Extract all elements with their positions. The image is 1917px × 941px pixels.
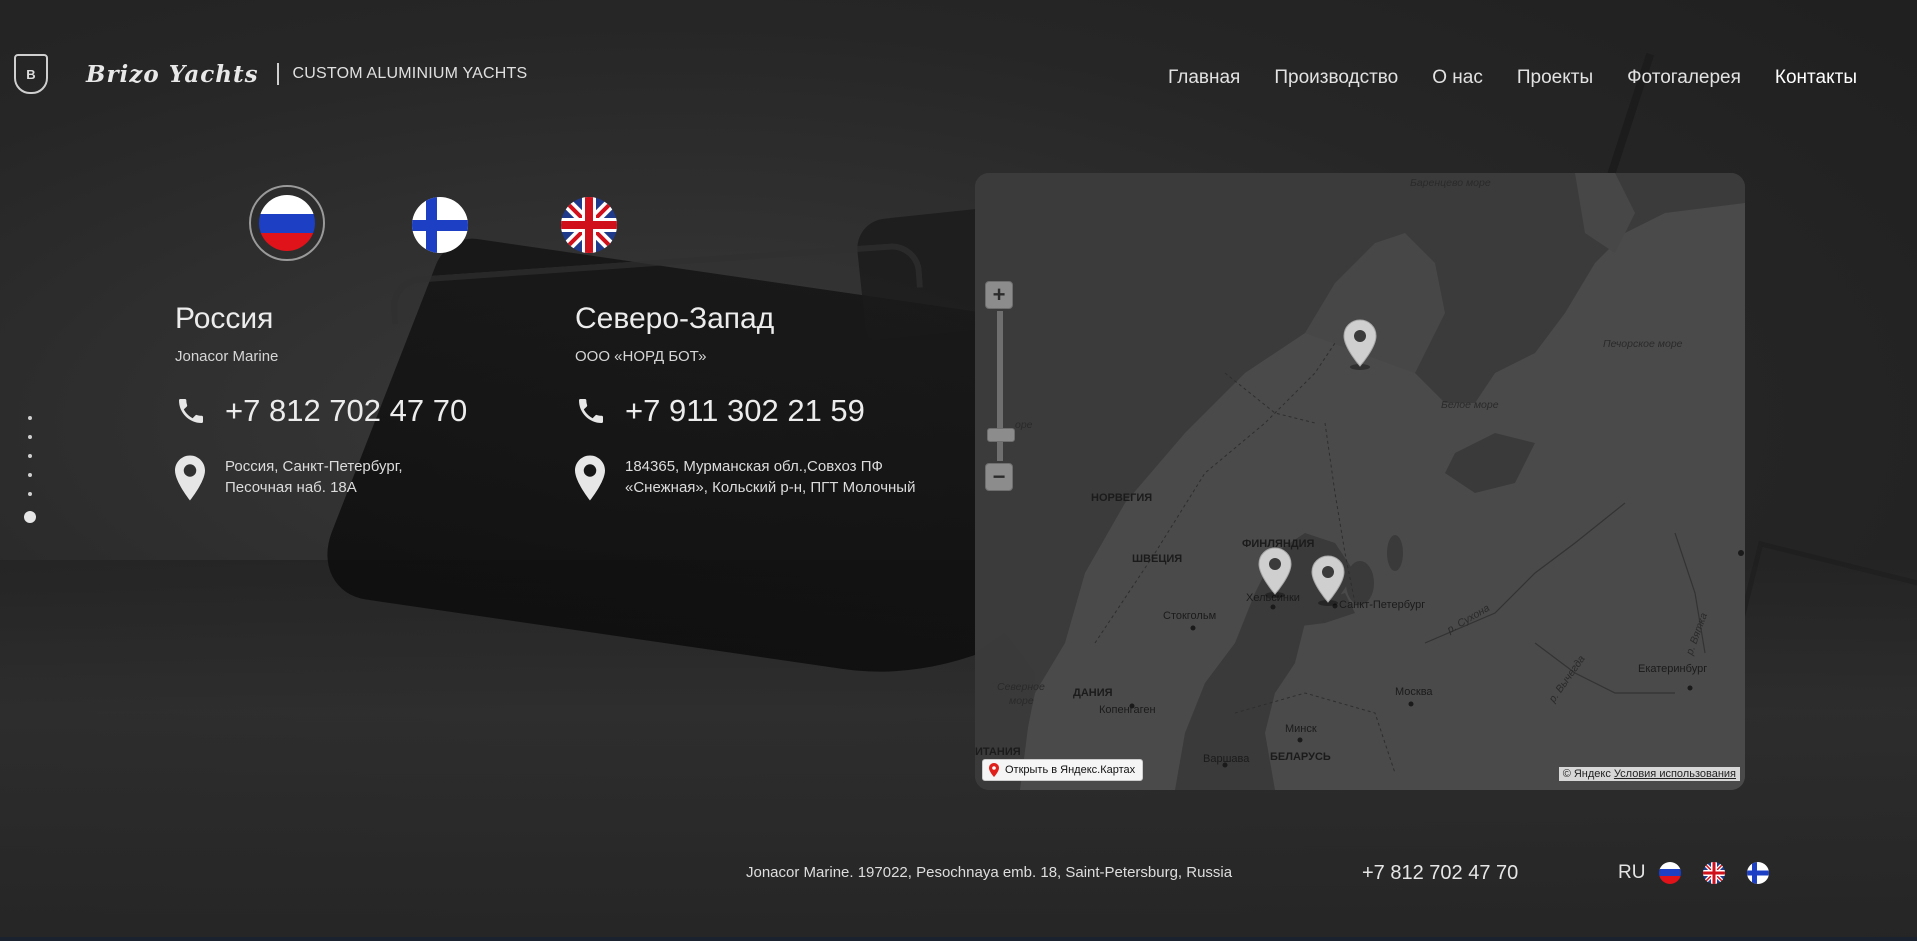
address: 184365, Мурманская обл.,Совхоз ПФ «Снежн… [625,458,916,496]
location-pin-icon [175,455,205,501]
contact-northwest: Северо-Запад ООО «НОРД БОТ» +7 911 302 2… [575,302,915,501]
region-title: Северо-Запад [575,302,775,335]
open-in-yandex-maps-link[interactable]: Открыть в Яндекс.Картах [982,759,1144,781]
map-label: Москва [1395,686,1433,698]
phone-icon [179,399,203,423]
company-name: Jonacor Marine [175,348,279,365]
brand-name: Brizo Yachts [86,60,259,88]
map-label: море [1009,695,1034,707]
map-label: Баренцево море [1410,177,1491,189]
brand-divider [276,63,279,85]
map-marker-icon[interactable] [1341,318,1379,370]
map-label: ШВЕЦИЯ [1132,553,1183,565]
map-label: БЕЛАРУСЬ [1270,751,1331,763]
nav-about[interactable]: О нас [1432,67,1483,89]
map-label: Северное [997,681,1045,693]
section-dot[interactable] [28,492,32,496]
map-label: Варшава [1203,753,1250,765]
map-label: ДАНИЯ [1073,687,1113,699]
uk-flag-icon[interactable] [561,197,617,253]
zoom-slider-handle[interactable] [987,428,1015,442]
yandex-map[interactable]: Баренцево море Печорское море Белое море… [975,173,1745,790]
nav-projects[interactable]: Проекты [1517,67,1593,89]
phone-icon [579,399,603,423]
bottom-edge [0,937,1917,941]
nav-contacts[interactable]: Контакты [1775,67,1857,89]
company-name: ООО «НОРД БОТ» [575,348,707,365]
section-dot[interactable] [28,473,32,477]
logo[interactable]: B Brizo Yachts CUSTOM ALUMINIUM YACHTS [14,54,527,94]
russia-flag-small-icon[interactable] [1659,862,1682,884]
map-label: НОРВЕГИЯ [1091,492,1153,504]
map-label: Печорское море [1603,338,1683,350]
current-language[interactable]: RU [1618,862,1645,884]
nav-gallery[interactable]: Фотогалерея [1627,67,1741,89]
map-copyright: © Яндекс Условия использования [1558,767,1740,781]
footer-phone[interactable]: +7 812 702 47 70 [1362,862,1518,885]
terms-link[interactable]: Условия использования [1614,768,1736,780]
section-dot[interactable] [28,435,32,439]
russia-flag-icon[interactable] [259,195,315,251]
finland-flag-small-icon[interactable] [1747,862,1770,884]
section-dot[interactable] [28,454,32,458]
zoom-out-button[interactable]: − [985,463,1013,491]
map-label: ИТАНИЯ [975,746,1021,758]
map-label: Стокгольм [1163,610,1217,622]
map-label: Минск [1285,723,1317,735]
map-label: оре [1015,419,1033,431]
map-label: Екатеринбург [1638,663,1708,675]
nav-home[interactable]: Главная [1168,67,1240,89]
section-dot[interactable] [28,416,32,420]
red-pin-icon [989,763,999,777]
map-label: Белое море [1441,399,1499,411]
map-marker-icon[interactable] [1256,546,1294,598]
brand-tagline: CUSTOM ALUMINIUM YACHTS [292,65,528,82]
footer-address: Jonacor Marine. 197022, Pesochnaya emb. … [746,864,1233,881]
map-marker-icon[interactable] [1309,554,1347,606]
logo-badge-icon: B [14,54,48,94]
main-nav: Главная Производство О нас Проекты Фотог… [1168,67,1857,89]
open-link-label: Открыть в Яндекс.Картах [1005,764,1136,776]
finland-flag-icon[interactable] [412,197,468,253]
phone-number[interactable]: +7 812 702 47 70 [225,393,467,429]
region-title: Россия [175,302,274,335]
address: Россия, Санкт-Петербург, Песочная наб. 1… [225,458,403,496]
map-label: Санкт-Петербург [1339,599,1426,611]
nav-production[interactable]: Производство [1274,67,1398,89]
contact-russia: Россия Jonacor Marine +7 812 702 47 70 Р… [175,302,467,501]
language-switcher: RU [1618,862,1770,884]
phone-number[interactable]: +7 911 302 21 59 [625,393,865,429]
map-label: Копенгаген [1099,704,1156,716]
uk-flag-small-icon[interactable] [1703,862,1726,884]
zoom-slider-track[interactable] [987,311,1015,461]
map-zoom-control: + − [985,281,1015,491]
zoom-in-button[interactable]: + [985,281,1013,309]
section-pagination [24,416,36,523]
location-pin-icon [575,455,605,501]
section-dot-active[interactable] [24,511,36,523]
copyright-text: © Яндекс [1562,768,1611,780]
